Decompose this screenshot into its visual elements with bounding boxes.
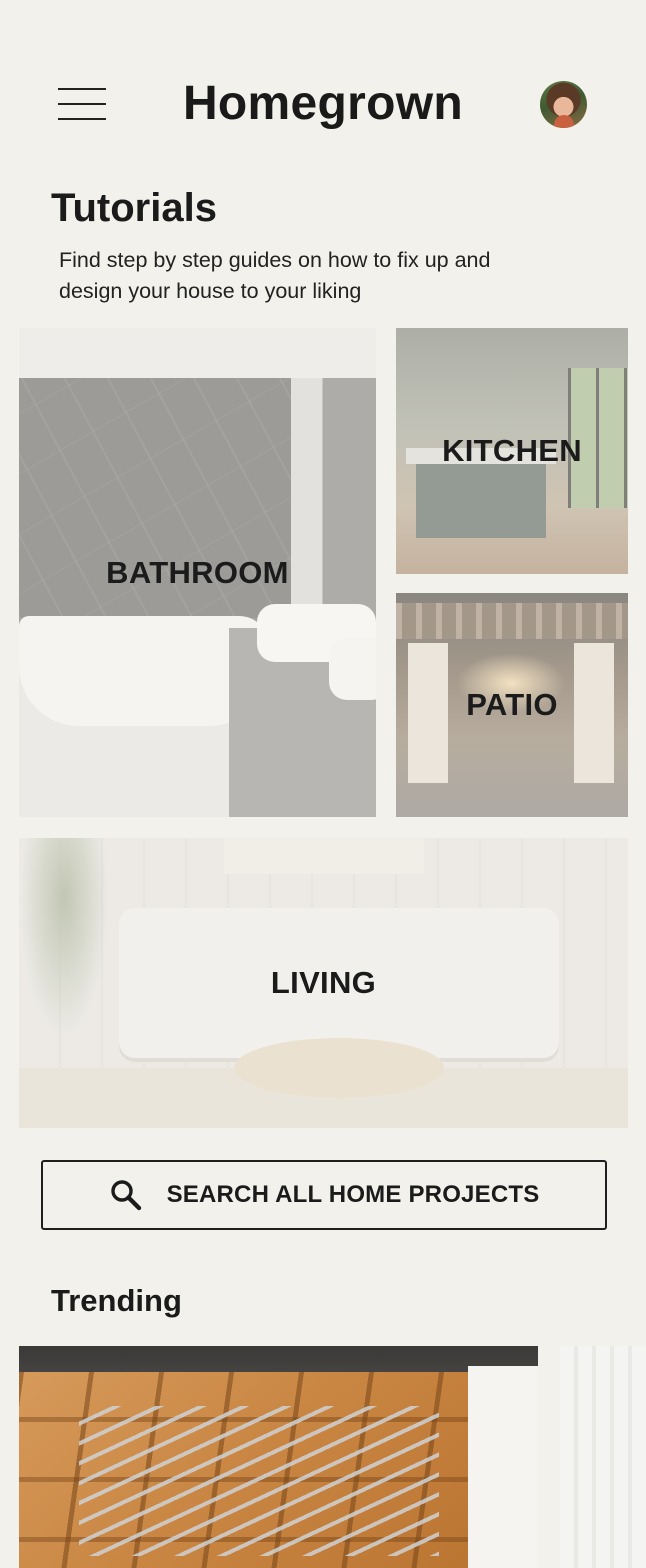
tile-label-patio: PATIO xyxy=(466,687,558,722)
tile-kitchen[interactable]: KITCHEN xyxy=(396,328,628,574)
tile-label-living: LIVING xyxy=(270,965,377,1000)
search-all-projects-button[interactable]: SEARCH ALL HOME PROJECTS xyxy=(41,1160,607,1230)
search-icon xyxy=(110,1180,141,1211)
tile-label-bathroom: BATHROOM xyxy=(106,554,289,590)
trending-title: Trending xyxy=(51,1283,182,1318)
tile-bathroom[interactable]: BATHROOM xyxy=(19,328,376,817)
trending-card[interactable] xyxy=(19,1346,538,1568)
tutorials-description: Find step by step guides on how to fix u… xyxy=(59,248,491,303)
trending-image-cabinet-side xyxy=(468,1366,538,1568)
tile-patio[interactable]: PATIO xyxy=(396,593,628,817)
search-button-label: SEARCH ALL HOME PROJECTS xyxy=(166,1181,540,1208)
trending-card[interactable] xyxy=(560,1346,646,1568)
tutorials-title: Tutorials xyxy=(51,186,217,230)
tile-label-kitchen: KITCHEN xyxy=(442,433,582,468)
tile-living[interactable]: LIVING xyxy=(19,838,628,1128)
profile-avatar[interactable] xyxy=(540,81,587,128)
trending-image-utensils xyxy=(79,1406,439,1556)
